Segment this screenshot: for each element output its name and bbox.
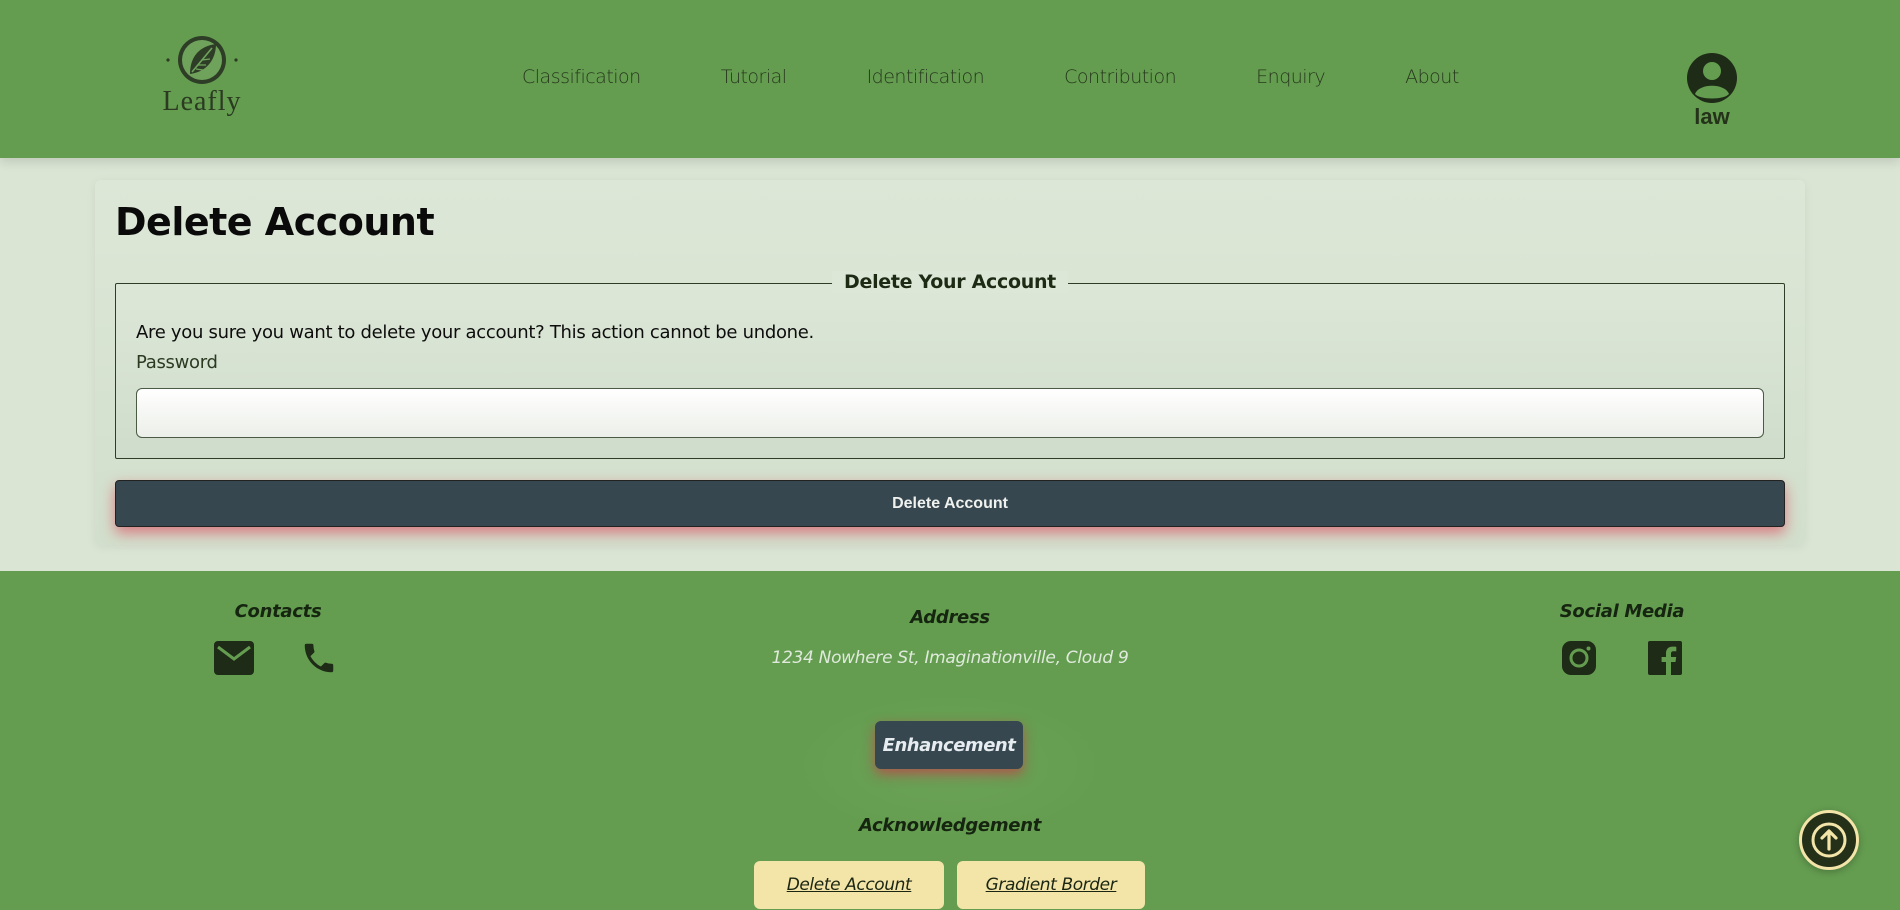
warning-text: Are you sure you want to delete your acc… <box>136 322 814 343</box>
user-name: law <box>1694 104 1730 129</box>
contacts-heading: Contacts <box>234 601 322 622</box>
address-text: 1234 Nowhere St, Imaginationville, Cloud… <box>771 648 1129 668</box>
gradient-border-guide-link[interactable]: Gradient Border Guide <box>957 861 1145 909</box>
site-footer: Contacts Address 1234 Nowhere St, Imagin… <box>0 571 1900 910</box>
site-header: Leafly Classification Tutorial Identific… <box>0 0 1900 158</box>
main-nav: Classification Tutorial Identification C… <box>522 66 1459 88</box>
delete-account-tutorial-link[interactable]: Delete Account Tutorial <box>754 861 944 909</box>
mail-icon[interactable] <box>214 641 254 675</box>
social-media-heading: Social Media <box>1559 601 1685 622</box>
phone-icon[interactable] <box>300 639 338 677</box>
nav-tutorial[interactable]: Tutorial <box>721 66 787 88</box>
password-label: Password <box>136 352 218 373</box>
leaf-logo-icon <box>160 34 244 84</box>
facebook-icon[interactable] <box>1648 641 1682 675</box>
address-heading: Address <box>910 607 990 628</box>
password-input[interactable] <box>136 388 1764 438</box>
nav-classification[interactable]: Classification <box>522 66 641 88</box>
site-logo[interactable]: Leafly <box>160 34 244 118</box>
nav-contribution[interactable]: Contribution <box>1064 66 1176 88</box>
scroll-to-top-button[interactable] <box>1799 810 1859 870</box>
acknowledgement-heading: Acknowledgement <box>858 815 1042 836</box>
delete-account-button[interactable]: Delete Account <box>115 480 1785 527</box>
enhancement-button[interactable]: Enhancement <box>875 721 1023 769</box>
user-menu[interactable]: law <box>1680 52 1744 130</box>
arrow-up-icon <box>1811 822 1847 858</box>
nav-about[interactable]: About <box>1405 66 1459 88</box>
page-title: Delete Account <box>115 200 435 244</box>
nav-enquiry[interactable]: Enquiry <box>1256 66 1325 88</box>
delete-account-card: Delete Account Delete Your Account Are y… <box>95 180 1805 545</box>
fieldset-legend: Delete Your Account <box>832 271 1068 293</box>
nav-identification[interactable]: Identification <box>867 66 985 88</box>
delete-account-fieldset: Delete Your Account Are you sure you wan… <box>115 271 1785 459</box>
user-avatar-icon <box>1687 53 1737 103</box>
logo-text: Leafly <box>162 86 242 117</box>
instagram-icon[interactable] <box>1562 641 1596 675</box>
